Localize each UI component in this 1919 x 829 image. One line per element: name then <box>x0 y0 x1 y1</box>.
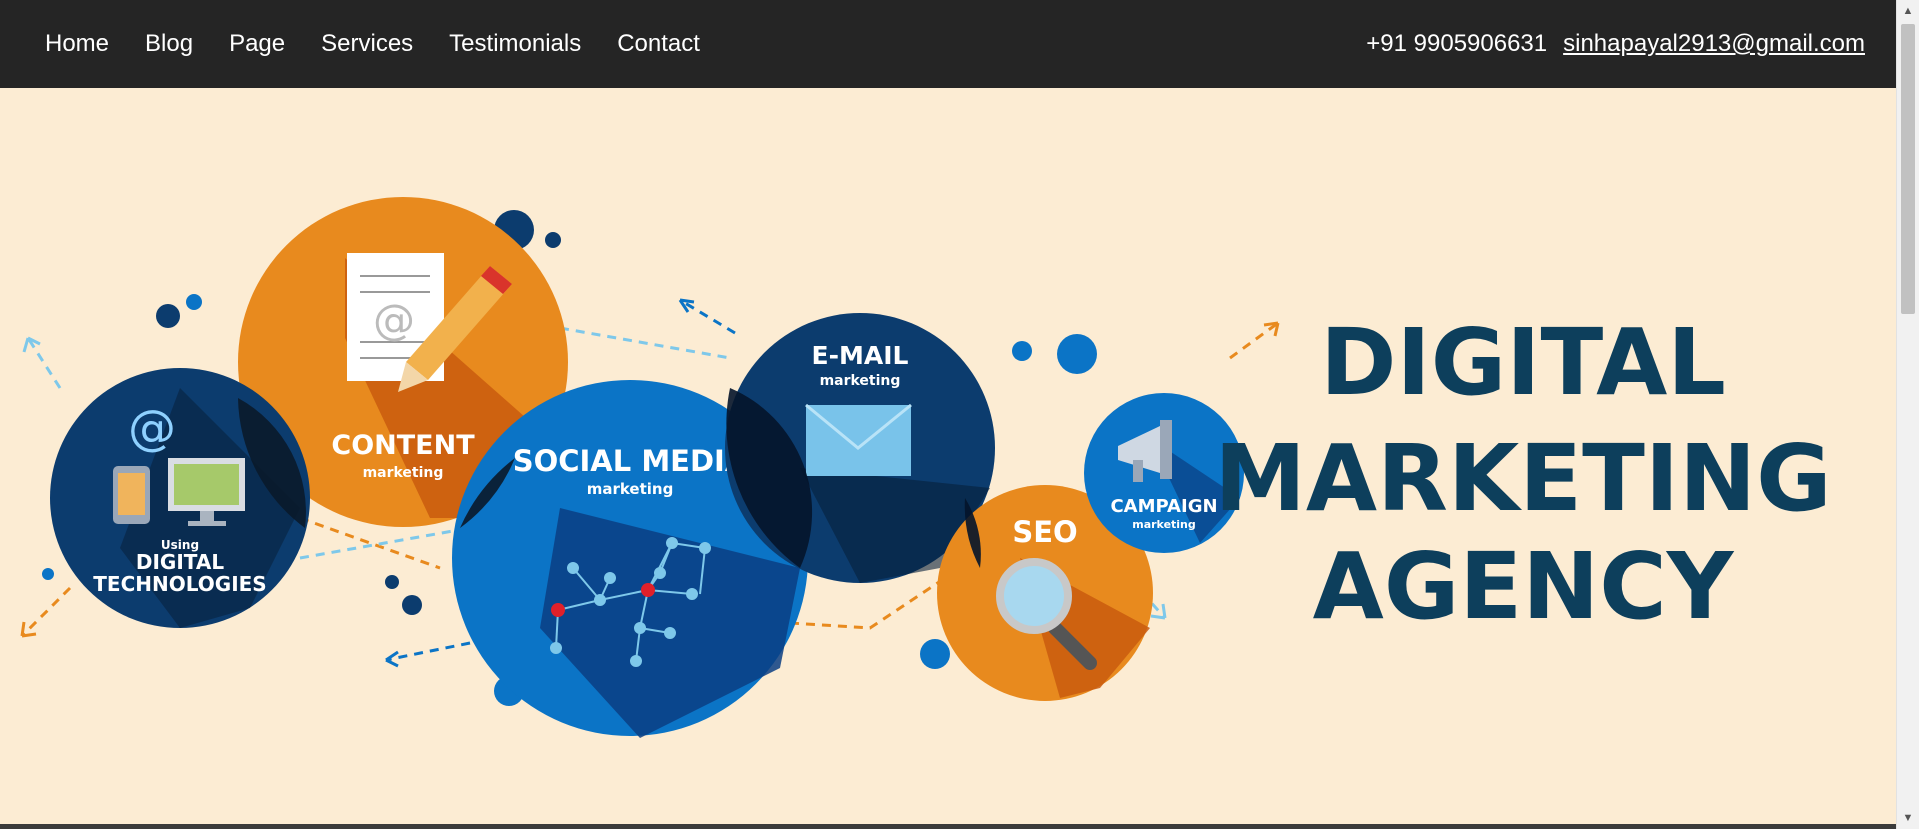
digital-tech-line1: DIGITAL <box>136 550 224 574</box>
nav-links: Home Blog Page Services Testimonials Con… <box>45 0 736 88</box>
email-title: E-MAIL <box>812 341 909 370</box>
digital-tech-line2: TECHNOLOGIES <box>93 572 266 596</box>
headline-line-2: MARKETING <box>1214 425 1831 532</box>
campaign-subtitle: marketing <box>1132 518 1196 531</box>
content-subtitle: marketing <box>363 465 444 481</box>
email-subtitle: marketing <box>820 373 901 389</box>
nav-home-link[interactable]: Home <box>45 30 109 58</box>
nav-contact-link[interactable]: Contact <box>617 30 700 58</box>
social-media-title: SOCIAL MEDIA <box>513 444 748 478</box>
headline-line-1: DIGITAL <box>1320 309 1726 416</box>
nav-blog-link[interactable]: Blog <box>145 30 193 58</box>
nav-services-link[interactable]: Services <box>321 30 413 58</box>
envelope-icon <box>805 403 912 476</box>
hero-banner: @ CONTENT marketing @ Using DIGITAL TECH… <box>0 88 1897 824</box>
scrollbar-thumb[interactable] <box>1901 24 1915 314</box>
at-sign-icon: @ <box>128 400 176 456</box>
scroll-up-arrow-icon[interactable]: ▲ <box>1897 0 1919 22</box>
window-bottom-edge <box>0 824 1897 829</box>
headline-line-3: AGENCY <box>1313 533 1735 640</box>
top-navbar: Home Blog Page Services Testimonials Con… <box>0 0 1897 88</box>
content-title: CONTENT <box>331 430 475 461</box>
digital-technologies-circle: @ Using DIGITAL TECHNOLOGIES <box>50 368 310 628</box>
scroll-down-arrow-icon[interactable]: ▼ <box>1897 807 1919 829</box>
seo-title: SEO <box>1012 515 1077 549</box>
hero-illustration: @ CONTENT marketing @ Using DIGITAL TECH… <box>20 197 1832 738</box>
contact-info: +91 9905906631 sinhapayal2913@gmail.com <box>1366 0 1865 88</box>
social-media-subtitle: marketing <box>587 480 674 498</box>
vertical-scrollbar[interactable]: ▲ ▼ <box>1896 0 1919 829</box>
phone-number: +91 9905906631 <box>1366 30 1548 57</box>
phone-icon <box>113 466 150 524</box>
nav-page-link[interactable]: Page <box>229 30 285 58</box>
email-link[interactable]: sinhapayal2913@gmail.com <box>1563 30 1865 58</box>
svg-text:@: @ <box>373 295 415 344</box>
campaign-title: CAMPAIGN <box>1110 496 1217 517</box>
nav-testimonials-link[interactable]: Testimonials <box>449 30 581 58</box>
